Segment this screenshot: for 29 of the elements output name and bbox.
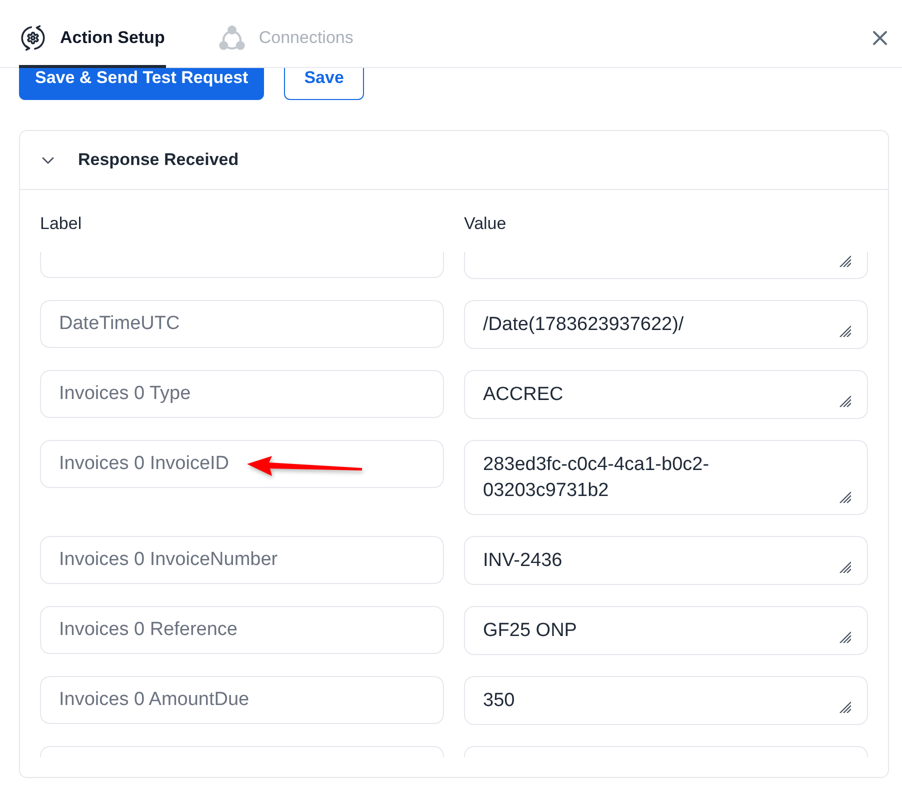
- value-field[interactable]: GF25 ONP: [464, 606, 868, 655]
- label-field[interactable]: Invoices 0 AmountDue: [40, 676, 444, 724]
- value-field[interactable]: 283ed3fc-c0c4-4ca1-b0c2-03203c9731b2: [464, 440, 868, 515]
- gear-cycle-icon: [20, 24, 46, 50]
- resize-grip-icon: [839, 255, 851, 267]
- save-and-send-button[interactable]: Save & Send Test Request: [19, 68, 264, 100]
- chevron-down-icon: [42, 156, 54, 164]
- accordion-header[interactable]: Response Received: [20, 131, 888, 190]
- column-heading: Label: [40, 214, 83, 234]
- value-field[interactable]: ACCREC: [464, 370, 868, 419]
- resize-grip-icon: [839, 631, 851, 643]
- label-field[interactable]: Invoices 0 Type: [40, 370, 444, 418]
- resize-grip-icon: [839, 491, 851, 503]
- close-icon: [872, 30, 888, 46]
- connected-nodes-icon: [218, 24, 245, 50]
- resize-grip-icon: [839, 325, 851, 337]
- save-button[interactable]: Save: [284, 68, 364, 100]
- close-button[interactable]: [872, 30, 888, 46]
- resize-grip-icon: [839, 395, 851, 407]
- column-heading: Value: [464, 214, 508, 234]
- resize-grip-icon: [839, 701, 851, 713]
- label-field[interactable]: Invoices 0 InvoiceID: [40, 440, 444, 488]
- label-field[interactable]: Invoices 0 Reference: [40, 606, 444, 654]
- value-field[interactable]: 350: [464, 676, 868, 725]
- resize-grip-icon: [839, 561, 851, 573]
- value-field[interactable]: /Date(1783623937622)/: [464, 300, 868, 349]
- label-field[interactable]: DateTimeUTC: [40, 300, 444, 348]
- label-field[interactable]: Invoices 0 InvoiceNumber: [40, 536, 444, 584]
- value-field[interactable]: INV-2436: [464, 536, 868, 585]
